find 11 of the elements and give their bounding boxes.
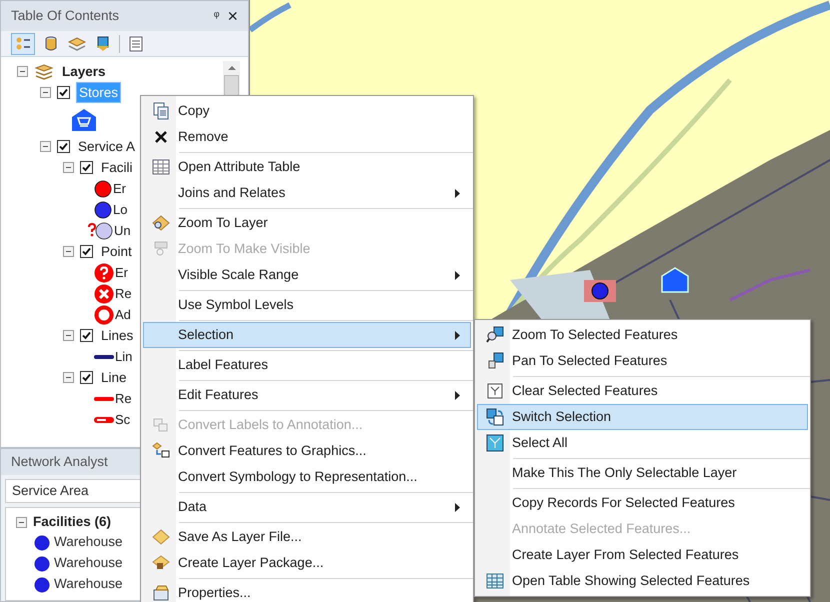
panel-title: Table Of Contents [11,6,120,25]
legend-label: Re [115,284,132,303]
legend-label: Lin [115,348,132,366]
legend-label: Er [113,180,126,198]
legend-label: Sc [115,410,130,429]
legend-label: Ad [115,306,131,324]
legend-label: Lo [113,200,128,219]
legend-label: Un [114,222,131,240]
legend-label: Er [115,264,128,282]
panel-title: Network Analyst [11,452,108,471]
legend-label: Re [115,390,132,408]
